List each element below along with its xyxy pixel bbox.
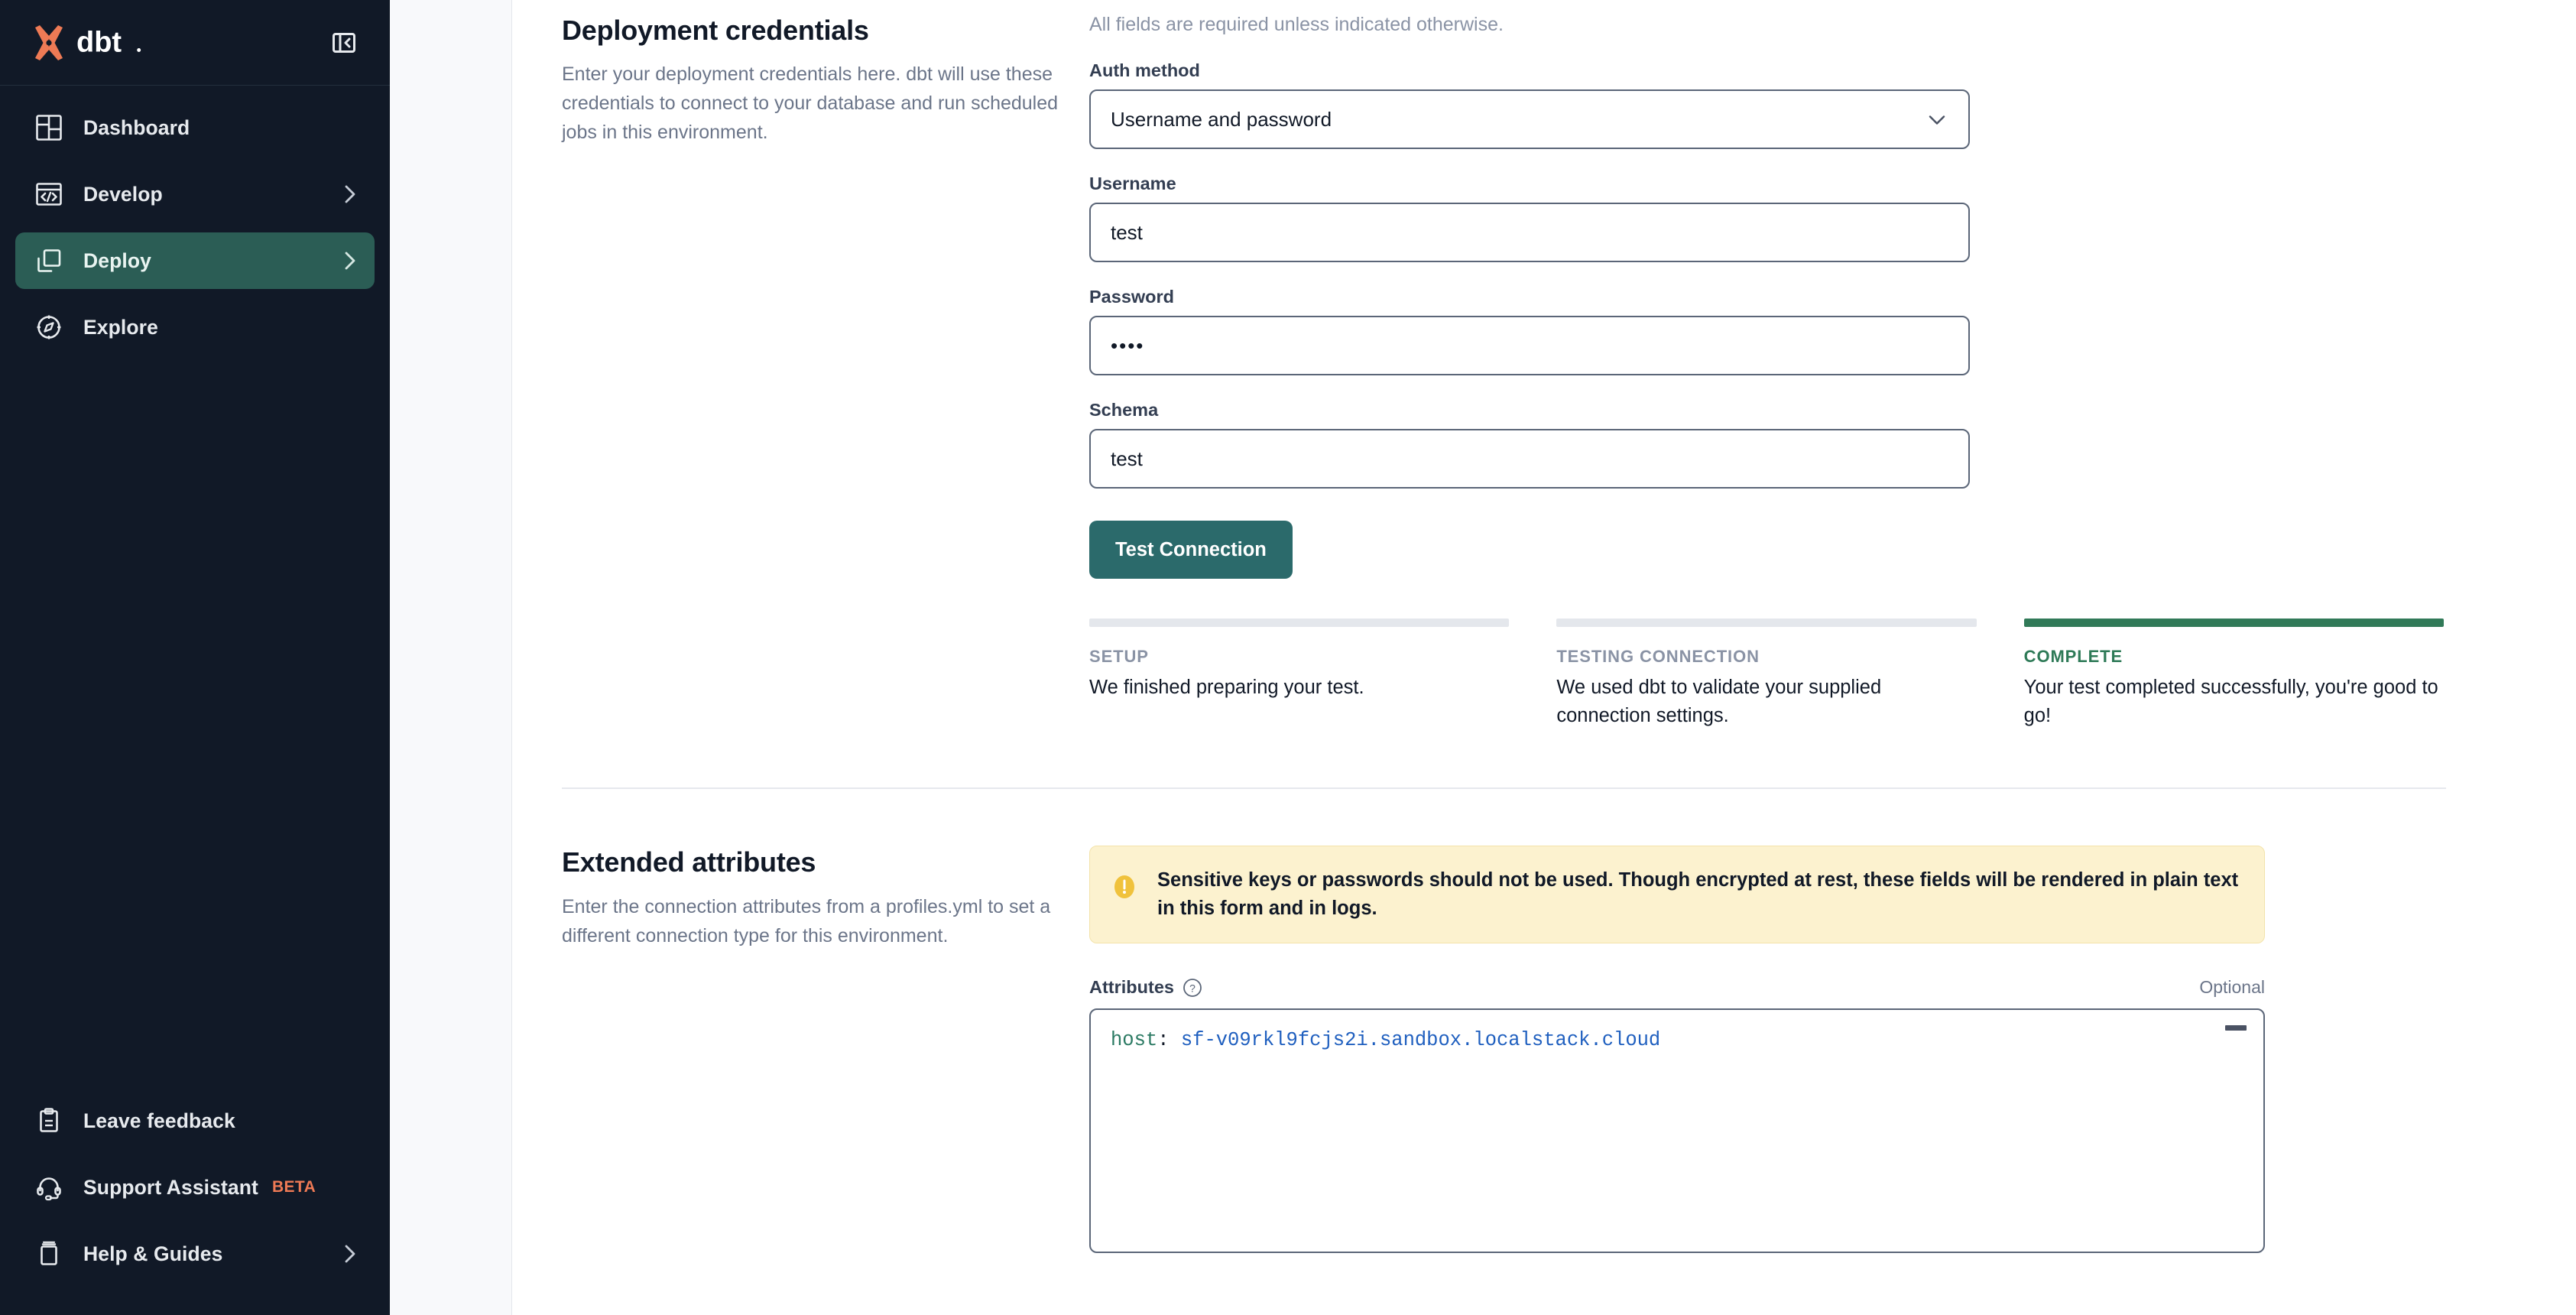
compass-icon xyxy=(34,312,64,343)
credentials-form: All fields are required unless indicated… xyxy=(1089,14,2576,729)
sidebar: dbt Dashboard Develop Deploy Explore Lea… xyxy=(0,0,390,1315)
field-schema: Schema test xyxy=(1089,400,2454,489)
step-kicker: COMPLETE xyxy=(2023,647,2123,666)
main-content: Deployment credentials Enter your deploy… xyxy=(512,0,2576,1315)
extended-form: Sensitive keys or passwords should not b… xyxy=(1089,846,2576,1254)
collapse-sidebar-button[interactable] xyxy=(329,28,359,58)
step-progress-bar xyxy=(1089,619,1510,627)
deploy-squares-icon xyxy=(34,245,64,276)
sidebar-item-label: Deploy xyxy=(83,248,151,272)
svg-text:?: ? xyxy=(1189,982,1196,994)
required-fields-note: All fields are required unless indicated… xyxy=(1089,14,1504,35)
schema-label: Schema xyxy=(1089,400,1159,420)
step-text: Your test completed successfully, you're… xyxy=(2023,677,2438,726)
chevron-down-icon xyxy=(1929,108,1945,132)
sidebar-item-support-assistant[interactable]: Support Assistant BETA xyxy=(15,1159,375,1216)
attributes-header: Attributes ? Optional xyxy=(1089,977,2265,998)
code-window-icon xyxy=(34,179,64,209)
deployment-credentials-section: Deployment credentials Enter your deploy… xyxy=(512,0,2576,729)
sidebar-item-explore[interactable]: Explore xyxy=(15,299,375,356)
auth-method-select[interactable]: Username and password xyxy=(1089,89,1970,149)
schema-input[interactable]: test xyxy=(1089,429,1970,489)
step-complete: COMPLETE Your test completed successfull… xyxy=(2023,619,2444,729)
connection-test-steps: SETUP We finished preparing your test. T… xyxy=(1089,619,2444,729)
help-circle-icon[interactable]: ? xyxy=(1183,978,1202,998)
sidebar-item-label: Support Assistant xyxy=(83,1175,258,1199)
username-label: Username xyxy=(1089,174,1176,193)
step-kicker: SETUP xyxy=(1089,647,1149,666)
secondary-rail xyxy=(390,0,512,1315)
sidebar-item-deploy[interactable]: Deploy xyxy=(15,232,375,289)
username-value: test xyxy=(1111,220,1143,244)
password-input[interactable]: •••• xyxy=(1089,316,1970,375)
app-root: dbt Dashboard Develop Deploy Explore Lea… xyxy=(0,0,2576,1315)
extended-intro: Extended attributes Enter the connection… xyxy=(562,846,1089,1253)
sidebar-footer: Leave feedback Support Assistant BETA He… xyxy=(0,1093,390,1315)
field-password: Password •••• xyxy=(1089,287,2454,375)
sidebar-item-label: Dashboard xyxy=(83,115,190,139)
sidebar-item-leave-feedback[interactable]: Leave feedback xyxy=(15,1093,375,1149)
auth-method-value: Username and password xyxy=(1111,107,1332,131)
beta-badge: BETA xyxy=(271,1178,316,1196)
code-token-key: host xyxy=(1111,1029,1158,1052)
headset-icon xyxy=(34,1172,64,1203)
schema-value: test xyxy=(1111,446,1143,470)
field-auth-method: Auth method Username and password xyxy=(1089,60,2454,149)
dashboard-grid-icon xyxy=(34,112,64,143)
step-testing-connection: TESTING CONNECTION We used dbt to valida… xyxy=(1556,619,1977,729)
credentials-intro: Deployment credentials Enter your deploy… xyxy=(562,14,1089,729)
attributes-optional-label: Optional xyxy=(2199,977,2265,998)
dbt-logo-icon xyxy=(35,24,63,60)
field-username: Username test xyxy=(1089,174,2454,262)
sidebar-item-label: Leave feedback xyxy=(83,1109,235,1132)
sidebar-item-label: Develop xyxy=(83,182,163,206)
extended-attributes-section: Extended attributes Enter the connection… xyxy=(512,789,2576,1254)
brand[interactable]: dbt xyxy=(29,23,149,63)
clipboard-icon xyxy=(34,1106,64,1136)
sidebar-header: dbt xyxy=(0,0,390,86)
step-progress-bar xyxy=(2023,619,2444,627)
extended-title: Extended attributes xyxy=(562,846,816,878)
test-connection-button[interactable]: Test Connection xyxy=(1089,521,1293,579)
warning-text: Sensitive keys or passwords should not b… xyxy=(1157,869,2239,920)
attributes-label: Attributes xyxy=(1089,977,1174,998)
sidebar-item-label: Explore xyxy=(83,315,158,339)
dbt-wordmark-icon: dbt xyxy=(76,26,141,58)
sidebar-nav: Dashboard Develop Deploy Explore xyxy=(0,86,390,365)
panel-collapse-icon xyxy=(333,32,355,53)
step-progress-bar xyxy=(1556,619,1977,627)
password-label: Password xyxy=(1089,287,1175,307)
sensitive-keys-warning: Sensitive keys or passwords should not b… xyxy=(1089,846,2265,944)
sidebar-item-help-guides[interactable]: Help & Guides xyxy=(15,1226,375,1282)
sidebar-item-label: Help & Guides xyxy=(83,1242,223,1265)
username-input[interactable]: test xyxy=(1089,203,1970,262)
sidebar-item-develop[interactable]: Develop xyxy=(15,166,375,222)
code-line: host: sf-v09rkl9fcjs2i.sandbox.localstac… xyxy=(1111,1027,2243,1054)
step-text: We used dbt to validate your supplied co… xyxy=(1556,677,1882,726)
attributes-code-editor[interactable]: host: sf-v09rkl9fcjs2i.sandbox.localstac… xyxy=(1089,1008,2265,1254)
chevron-right-icon xyxy=(342,1243,358,1265)
step-kicker: TESTING CONNECTION xyxy=(1556,647,1760,666)
warning-icon xyxy=(1110,872,1140,905)
extended-description: Enter the connection attributes from a p… xyxy=(562,895,1051,946)
code-token-colon: : xyxy=(1157,1029,1170,1052)
step-text: We finished preparing your test. xyxy=(1089,677,1364,698)
password-value: •••• xyxy=(1111,333,1145,357)
minimize-editor-icon[interactable] xyxy=(2225,1025,2247,1031)
code-token-value: sf-v09rkl9fcjs2i.sandbox.localstack.clou… xyxy=(1169,1029,1661,1052)
auth-method-label: Auth method xyxy=(1089,60,1200,80)
page-title: Deployment credentials xyxy=(562,15,869,46)
sidebar-item-dashboard[interactable]: Dashboard xyxy=(15,99,375,156)
svg-text:dbt: dbt xyxy=(76,26,122,58)
chevron-right-icon xyxy=(342,250,358,271)
step-setup: SETUP We finished preparing your test. xyxy=(1089,619,1510,729)
chevron-right-icon xyxy=(342,183,358,205)
book-icon xyxy=(34,1239,64,1269)
credentials-description: Enter your deployment credentials here. … xyxy=(562,63,1059,144)
